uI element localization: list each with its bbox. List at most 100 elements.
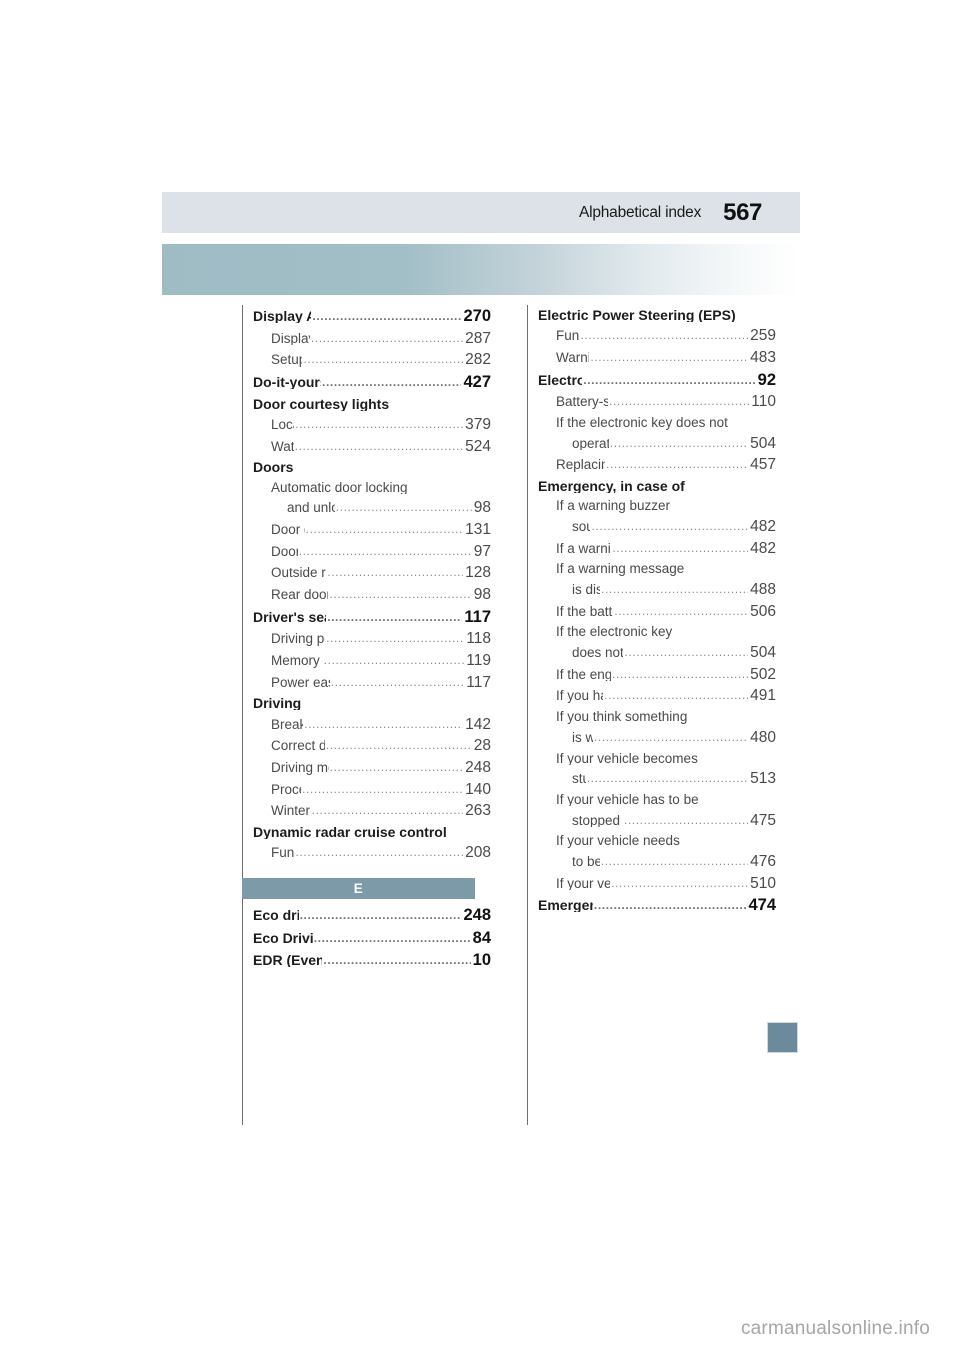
index-entry[interactable]: Replacing the battery 457	[534, 454, 776, 476]
index-entry[interactable]: Driving mode select switch 248	[249, 757, 491, 779]
index-entry[interactable]: If your vehicle becomes	[534, 748, 776, 768]
index-entry-leader	[312, 310, 461, 322]
index-entry[interactable]: Correct driving posture 28	[249, 735, 491, 757]
index-entry[interactable]: If your vehicle needs	[534, 831, 776, 851]
index-entry-page: 28	[473, 737, 491, 755]
index-entry-page: 524	[465, 437, 491, 455]
index-entry-label: If the electronic key	[556, 625, 673, 639]
index-entry-page: 117	[464, 607, 491, 626]
index-entry[interactable]: Power easy access system 117	[249, 672, 491, 694]
index-entry-page: 482	[750, 539, 776, 557]
index-entry[interactable]: Wattage 524	[249, 436, 491, 458]
index-entry-label: Emergency flashers	[538, 898, 593, 913]
index-entry[interactable]: If a warning message	[534, 559, 776, 579]
index-entry[interactable]: Emergency, in case of	[534, 476, 776, 496]
index-entry[interactable]: Driving position memory 118	[249, 628, 491, 650]
index-entry-leader	[583, 374, 755, 386]
index-entry-leader	[299, 545, 472, 557]
index-entry-page: 482	[750, 517, 776, 535]
index-entry[interactable]: If the engine will not start 502	[534, 664, 776, 686]
index-entry[interactable]: Procedures 140	[249, 779, 491, 801]
index-entry[interactable]: operate properly 504	[534, 433, 776, 455]
index-entry[interactable]: If you have a flat tire 491	[534, 685, 776, 707]
index-entry[interactable]: If a warning light turns on 482	[534, 538, 776, 560]
index-entry[interactable]: If you think something	[534, 707, 776, 727]
index-entry[interactable]: Function 208	[249, 842, 491, 864]
index-entry-page: 270	[463, 307, 491, 326]
index-entry-label: If a warning message	[556, 562, 685, 576]
index-entry-label: If a warning light turns on	[556, 541, 611, 556]
index-entry-page: 128	[465, 564, 491, 582]
index-entry[interactable]: Rear door child-protector 98	[249, 584, 491, 606]
index-entry[interactable]: If the electronic key	[534, 622, 776, 642]
index-entry-leader	[330, 761, 463, 773]
index-entry[interactable]: Battery-saving function 110	[534, 391, 776, 413]
index-entry[interactable]: Location 379	[249, 414, 491, 436]
index-entry[interactable]: Outside rear view mirrors 128	[249, 562, 491, 584]
index-entry-label: Correct driving posture	[271, 739, 325, 753]
index-entry[interactable]: Driving	[249, 693, 491, 713]
index-entry[interactable]: If your vehicle overheats 510	[534, 873, 776, 895]
index-entry[interactable]: is wrong 480	[534, 727, 776, 749]
index-entry-page: 119	[466, 652, 491, 670]
index-entry-page: 110	[751, 393, 776, 411]
index-entry[interactable]: stopped in an emergency 475	[534, 810, 776, 832]
index-entry[interactable]: and unlocking system 98	[249, 497, 491, 519]
index-entry[interactable]: Door glasses 131	[249, 519, 491, 541]
index-entry-label: Electric Power Steering (EPS)	[538, 308, 736, 323]
index-entry[interactable]: Driver's seat position memory 117	[249, 606, 491, 629]
index-entry[interactable]: sounds 482	[534, 516, 776, 538]
index-entry[interactable]: Emergency flashers 474	[534, 894, 776, 917]
index-entry[interactable]: Eco drive mode 248	[249, 904, 491, 927]
index-entry[interactable]: Warning light 483	[534, 347, 776, 369]
index-entry[interactable]: EDR (Event data recorder) 10	[249, 949, 491, 972]
index-entry[interactable]: Break-in tips 142	[249, 714, 491, 736]
index-entry[interactable]: If a warning buzzer	[534, 496, 776, 516]
index-entry-page: 488	[750, 581, 776, 599]
index-entry-label: Dynamic radar cruise control	[253, 825, 447, 840]
index-entry-leader	[327, 611, 462, 623]
index-entry-leader	[606, 458, 748, 470]
index-entry[interactable]: If the battery is discharged 506	[534, 601, 776, 623]
index-entry-label: Memory recall function	[271, 654, 323, 668]
index-thumb-tab-icon	[767, 1022, 798, 1053]
index-entry[interactable]: Memory recall function 119	[249, 650, 491, 672]
index-entry[interactable]: Function 259	[534, 325, 776, 347]
index-entry-leader	[601, 583, 748, 595]
index-entry[interactable]: Setup menu 282	[249, 349, 491, 371]
index-entry[interactable]: Eco Driving Indicator 84	[249, 927, 491, 950]
index-entry[interactable]: to be towed 476	[534, 851, 776, 873]
index-entry-page: 506	[750, 602, 776, 620]
index-entry-leader	[303, 353, 463, 365]
index-entry[interactable]: If your vehicle has to be	[534, 790, 776, 810]
index-entry-label: If the battery is discharged	[556, 604, 613, 619]
section-letter-band: E	[242, 877, 475, 899]
index-entry[interactable]: If the electronic key does not	[534, 413, 776, 433]
index-columns: Display Audio system 270 Display settings 2…	[242, 305, 798, 1125]
index-entry-page: 92	[757, 370, 776, 389]
index-entry[interactable]: Door lock 97	[249, 541, 491, 563]
index-entry[interactable]: Display settings 287	[249, 328, 491, 350]
index-entry-label: If your vehicle overheats	[556, 876, 611, 891]
index-entry[interactable]: stuck 513	[534, 768, 776, 790]
index-entry-leader	[604, 689, 748, 701]
index-entry[interactable]: Winter drive tips 263	[249, 800, 491, 822]
index-entry-leader	[327, 566, 463, 578]
index-entry[interactable]: Do-it-yourself maintenance 427	[249, 371, 491, 394]
site-watermark: carmanualsonline.info	[740, 1318, 930, 1339]
index-entry-leader	[614, 605, 748, 617]
index-entry-leader	[324, 654, 465, 666]
index-entry[interactable]: does not operate properly 504	[534, 642, 776, 664]
index-entry-label: Eco drive mode	[253, 907, 299, 922]
index-entry[interactable]: Door courtesy lights	[249, 394, 491, 414]
index-entry-leader	[326, 632, 464, 644]
index-entry-label: Wattage	[271, 439, 294, 454]
index-entry[interactable]: is displayed 488	[534, 579, 776, 601]
index-entry[interactable]: Dynamic radar cruise control	[249, 822, 491, 842]
index-entry-page: 248	[465, 759, 491, 777]
index-entry[interactable]: Display Audio system 270	[249, 305, 491, 328]
index-entry[interactable]: Electronic key 92	[534, 369, 776, 392]
index-entry[interactable]: Doors	[249, 457, 491, 477]
index-entry[interactable]: Electric Power Steering (EPS)	[534, 305, 776, 325]
index-entry[interactable]: Automatic door locking	[249, 478, 491, 498]
